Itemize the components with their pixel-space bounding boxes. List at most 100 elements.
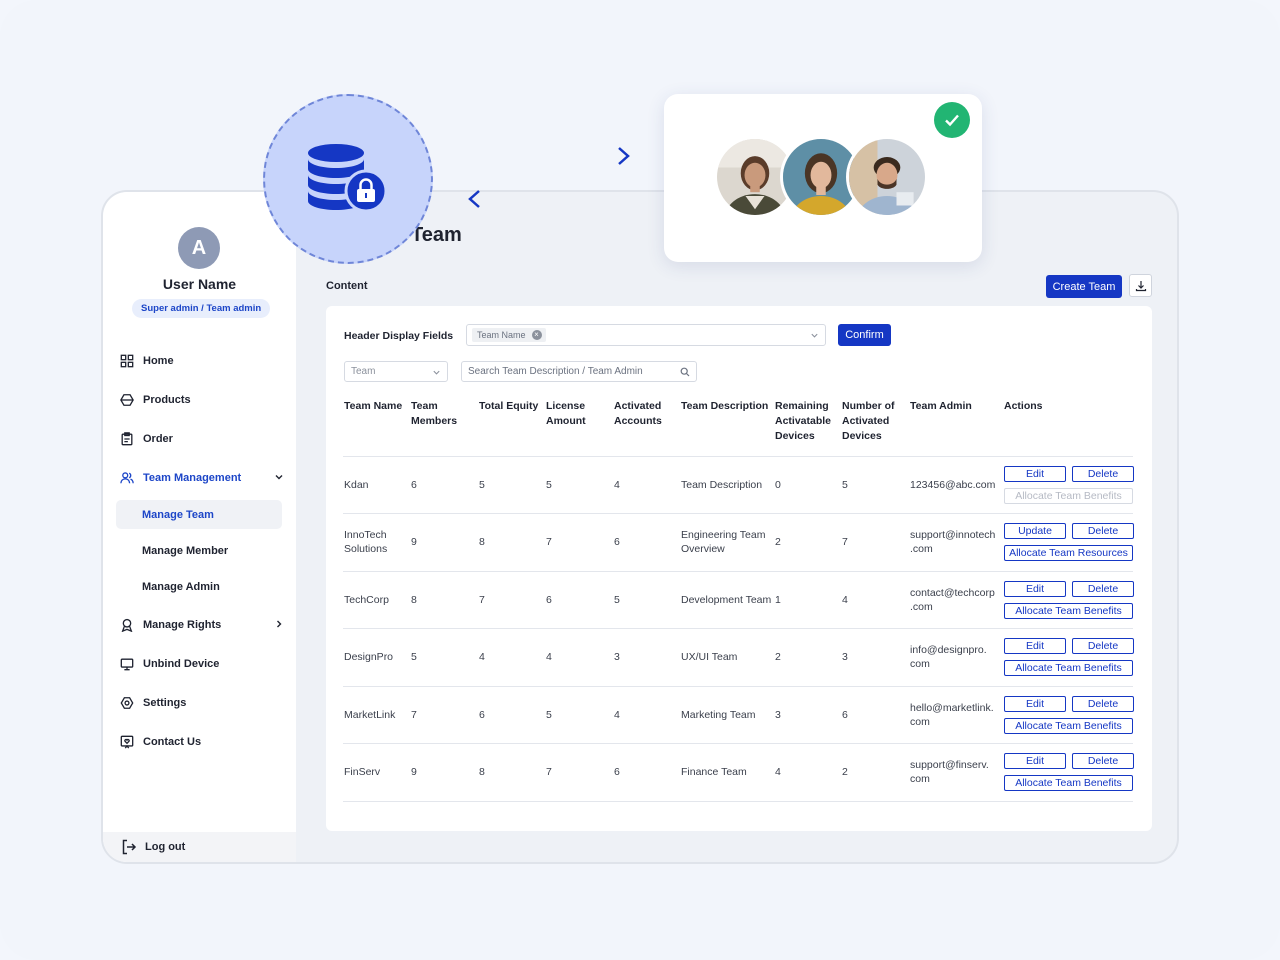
cell-actions: Edit Delete Allocate Team Benefits <box>1003 628 1134 687</box>
arrow-left-icon <box>468 190 622 208</box>
logout-button[interactable]: Log out <box>103 832 296 862</box>
sidebar-item-manage-rights[interactable]: Manage Rights <box>119 614 285 636</box>
allocate-button[interactable]: Allocate Team Benefits <box>1004 717 1133 734</box>
database-lock-icon <box>308 144 388 213</box>
cell-activated: 6 <box>613 743 680 802</box>
update-button[interactable]: Update <box>1004 523 1066 540</box>
logout-icon <box>122 839 137 855</box>
sidebar-item-home[interactable]: Home <box>119 350 285 372</box>
cell-actions: Edit Delete Allocate Team Benefits <box>1003 686 1134 744</box>
cell-equity: 8 <box>478 743 545 802</box>
team-filter-select[interactable]: Team <box>344 361 448 382</box>
team-photos-card <box>664 94 982 262</box>
team-member-photo <box>846 136 928 218</box>
close-icon[interactable]: × <box>531 330 542 340</box>
row-actions: Edit Delete Allocate Team Benefits <box>1004 465 1134 504</box>
cell-license: 7 <box>545 513 613 572</box>
edit-button[interactable]: Edit <box>1004 638 1066 655</box>
monitor-icon <box>119 656 135 672</box>
cell-activated: 5 <box>613 571 680 629</box>
table-row: TechCorp 8 7 6 5 Development Team 1 4 contact@te… <box>343 571 1134 629</box>
edit-button[interactable]: Edit <box>1004 695 1066 712</box>
header-display-fields-select[interactable]: Team Name × <box>466 324 826 346</box>
cell-desc: Team Description <box>680 456 774 514</box>
app-window: A User Name Super admin / Team admin Hom… <box>101 190 1179 864</box>
allocate-button[interactable]: Allocate Team Benefits <box>1004 660 1133 677</box>
cell-desc: UX/UI Team <box>680 628 774 687</box>
column-header: Total Equity <box>478 395 545 457</box>
table-row: DesignPro 5 4 4 3 UX/UI Team 2 3 info@designpro.… <box>343 628 1134 687</box>
teams-table: Team Name Team Members Total Equity Lice… <box>343 395 1134 802</box>
cell-members: 5 <box>410 628 478 687</box>
cell-num-activated: 7 <box>841 513 909 572</box>
delete-button[interactable]: Delete <box>1072 753 1134 770</box>
column-header: Remaining Activatable Devices <box>774 395 841 457</box>
cell-desc: Engineering Team Overview <box>680 513 774 572</box>
delete-button[interactable]: Delete <box>1072 465 1134 482</box>
row-actions: Update Delete Allocate Team Resources <box>1004 523 1134 562</box>
delete-button[interactable]: Delete <box>1072 523 1134 540</box>
sidebar-item-contact-us[interactable]: Contact Us <box>119 731 285 753</box>
table-header-row: Team Name Team Members Total Equity Lice… <box>343 395 1133 457</box>
cell-admin: 123456@abc.com <box>909 456 1003 514</box>
delete-button[interactable]: Delete <box>1072 695 1134 712</box>
allocate-button[interactable]: Allocate Team Benefits <box>1004 602 1133 619</box>
search-input[interactable]: Search Team Description / Team Admin <box>461 361 697 382</box>
sidebar-item-label: Products <box>143 394 191 406</box>
sidebar-item-label: Team Management <box>143 472 242 484</box>
sidebar-item-label: Unbind Device <box>143 658 220 670</box>
search-placeholder: Search Team Description / Team Admin <box>468 366 643 377</box>
cell-equity: 7 <box>478 571 545 629</box>
cell-actions: Edit Delete Allocate Team Benefits <box>1003 571 1134 629</box>
create-team-button[interactable]: Create Team <box>1046 275 1122 298</box>
sidebar-item-manage-team[interactable]: Manage Team <box>116 500 282 529</box>
cell-admin: hello@marketlink. com <box>909 686 1003 744</box>
table-row: FinServ 9 8 7 6 Finance Team 4 2 support@finserv… <box>343 743 1134 802</box>
sidebar-item-order[interactable]: Order <box>119 428 285 450</box>
sidebar-item-label: Home <box>143 355 174 367</box>
sidebar-item-team-management[interactable]: Team Management <box>119 467 285 489</box>
sidebar-item-settings[interactable]: Settings <box>119 692 285 714</box>
sidebar-item-manage-member[interactable]: Manage Member <box>116 536 282 565</box>
message-heart-icon <box>119 734 135 750</box>
check-icon <box>934 102 970 138</box>
row-actions-top: Edit Delete <box>1004 465 1134 482</box>
cell-activated: 3 <box>613 628 680 687</box>
cell-name: MarketLink <box>343 686 410 744</box>
cell-name: FinServ <box>343 743 410 802</box>
sidebar-item-products[interactable]: Products <box>119 389 285 411</box>
column-header: Number of Activated Devices <box>841 395 909 457</box>
cell-num-activated: 5 <box>841 456 909 514</box>
sidebar: A User Name Super admin / Team admin Hom… <box>103 192 296 862</box>
cell-equity: 5 <box>478 456 545 514</box>
edit-button[interactable]: Edit <box>1004 753 1066 770</box>
confirm-button[interactable]: Confirm <box>838 324 891 346</box>
cell-num-activated: 4 <box>841 571 909 629</box>
chevron-down-icon <box>433 370 440 375</box>
column-header: Team Description <box>680 395 774 457</box>
cell-members: 6 <box>410 456 478 514</box>
sidebar-item-manage-admin[interactable]: Manage Admin <box>116 572 282 601</box>
cell-name: DesignPro <box>343 628 410 687</box>
sidebar-item-unbind-device[interactable]: Unbind Device <box>119 653 285 675</box>
cell-remaining: 1 <box>774 571 841 629</box>
dashboard-icon <box>119 353 135 369</box>
cell-admin: info@designpro. com <box>909 628 1003 687</box>
logout-label: Log out <box>145 841 186 853</box>
gear-icon <box>119 695 135 711</box>
row-actions: Edit Delete Allocate Team Benefits <box>1004 695 1134 734</box>
column-header: Actions <box>1003 395 1133 457</box>
delete-button[interactable]: Delete <box>1072 580 1134 597</box>
table-row: InnoTech Solutions 9 8 7 6 Engineering Team O… <box>343 513 1134 572</box>
edit-button[interactable]: Edit <box>1004 465 1066 482</box>
edit-button[interactable]: Edit <box>1004 580 1066 597</box>
content-card: Header Display Fields Team Name × Confir… <box>326 306 1152 831</box>
cell-actions: Edit Delete Allocate Team Benefits <box>1003 456 1134 514</box>
page-title: Team <box>411 224 462 246</box>
allocate-button[interactable]: Allocate Team Resources <box>1004 545 1133 562</box>
delete-button[interactable]: Delete <box>1072 638 1134 655</box>
table-row: MarketLink 7 6 5 4 Marketing Team 3 6 hello@mark… <box>343 686 1134 744</box>
download-button[interactable] <box>1129 274 1152 297</box>
allocate-button[interactable]: Allocate Team Benefits <box>1004 775 1133 792</box>
header-display-fields-label: Header Display Fields <box>344 330 454 342</box>
